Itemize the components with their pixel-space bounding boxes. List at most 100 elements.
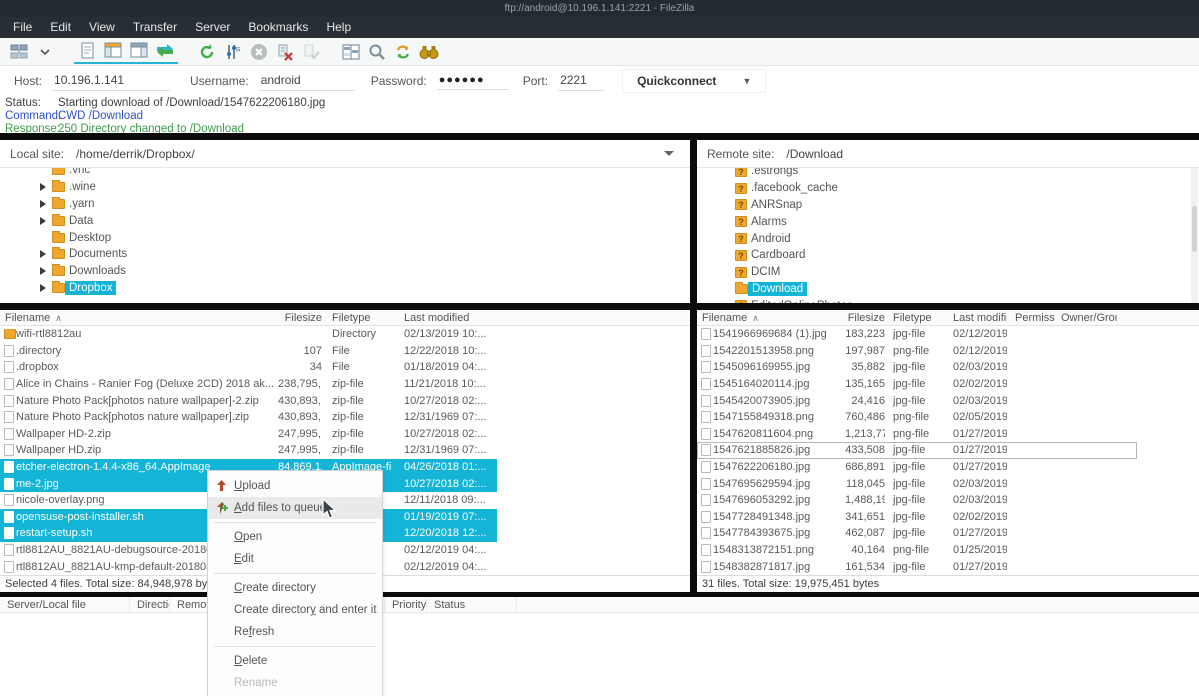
tree-item--yarn[interactable]: .yarn	[0, 196, 690, 213]
tree-item-android[interactable]: ?Android	[697, 230, 1199, 247]
queue-column-status[interactable]: Status	[427, 597, 517, 612]
column-header-owner-grou[interactable]: Owner/Grou	[1055, 312, 1117, 324]
column-header-filetype[interactable]: Filetype	[885, 312, 943, 324]
tree-item-editedonlinephotos[interactable]: ?EditedOnlinePhotos	[697, 297, 1199, 303]
menu-item-bookmarks[interactable]: Bookmarks	[239, 17, 317, 38]
file-row[interactable]: wifi-rtl8812auDirectory02/13/2019 10:...	[0, 326, 497, 343]
site-manager-dropdown-chevron-icon[interactable]	[33, 41, 57, 63]
file-row[interactable]: 1547728491348.jpg341,651jpg-file02/02/20…	[697, 509, 1137, 526]
file-row[interactable]: 1548382871817.jpg161,534jpg-file01/27/20…	[697, 558, 1137, 575]
context-menu-item-create-directory-and-enter-it[interactable]: Create directory and enter it	[208, 599, 382, 621]
column-header-filesize[interactable]: Filesize	[845, 312, 885, 324]
file-row[interactable]: Alice in Chains - Ranier Fog (Deluxe 2CD…	[0, 376, 497, 393]
menu-item-file[interactable]: File	[4, 17, 41, 38]
context-menu-item-upload[interactable]: Upload	[208, 475, 382, 497]
column-header-last-modified[interactable]: Last modified	[943, 312, 1007, 324]
directory-comparison-icon[interactable]	[339, 41, 363, 63]
context-menu-item-delete[interactable]: Delete	[208, 650, 382, 672]
tree-item-download[interactable]: Download	[697, 281, 1199, 298]
column-header-last-modified[interactable]: Last modified	[392, 312, 492, 324]
tree-expander-icon[interactable]	[40, 250, 46, 258]
tree-item-downloads[interactable]: Downloads	[0, 263, 690, 280]
file-row[interactable]: 1545164020114.jpg135,165jpg-file02/02/20…	[697, 376, 1137, 393]
quickconnect-dropdown-chevron-icon[interactable]: ▼	[742, 76, 751, 86]
tree-item--estrongs[interactable]: ?.estrongs	[697, 168, 1199, 180]
tree-item-cardboard[interactable]: ?Cardboard	[697, 247, 1199, 264]
filter-icon[interactable]: R	[221, 41, 245, 63]
tree-item--facebook-cache[interactable]: ?.facebook_cache	[697, 180, 1199, 197]
site-manager-icon[interactable]	[7, 41, 31, 63]
menu-item-transfer[interactable]: Transfer	[124, 17, 186, 38]
file-row[interactable]: Nature Photo Pack[photos nature wallpape…	[0, 409, 497, 426]
column-header-permission-[interactable]: Permission:	[1007, 312, 1055, 324]
menu-item-view[interactable]: View	[80, 17, 124, 38]
column-header-filesize[interactable]: Filesize	[278, 312, 322, 324]
file-row[interactable]: 1547695629594.jpg118,045jpg-file02/03/20…	[697, 475, 1137, 492]
panes-vertical-splitter[interactable]	[690, 140, 697, 592]
file-row[interactable]: 1541966969684 (1).jpg183,223jpg-file02/1…	[697, 326, 1137, 343]
find-files-icon[interactable]	[365, 41, 389, 63]
file-row[interactable]: 1547620811604.png1,213,770png-file01/27/…	[697, 426, 1137, 443]
context-menu-item-add-files-to-queue[interactable]: Add files to queue	[208, 497, 382, 519]
tree-item-alarms[interactable]: ?Alarms	[697, 213, 1199, 230]
context-menu-item-edit[interactable]: Edit	[208, 548, 382, 570]
tree-expander-icon[interactable]	[40, 200, 46, 208]
file-row[interactable]: 1547784393675.jpg462,087jpg-file01/27/20…	[697, 525, 1137, 542]
file-row[interactable]: 1545096169955.jpg35,882jpg-file02/03/201…	[697, 359, 1137, 376]
disconnect-icon[interactable]	[273, 41, 297, 63]
file-row[interactable]: 1548313872151.png40,164png-file01/25/201…	[697, 542, 1137, 559]
remote-tree-scrollbar[interactable]	[1191, 168, 1198, 303]
queue-column-direction[interactable]: Direction	[130, 597, 170, 612]
context-menu-item-create-directory[interactable]: Create directory	[208, 577, 382, 599]
remote-tree-list-splitter[interactable]	[697, 303, 1199, 310]
queue-column-server-local-file[interactable]: Server/Local file	[0, 597, 130, 612]
menu-item-help[interactable]: Help	[317, 17, 360, 38]
file-row[interactable]: Wallpaper HD-2.zip247,995,...zip-file10/…	[0, 426, 497, 443]
log-panes-splitter[interactable]	[0, 133, 1199, 140]
tree-item-dropbox[interactable]: Dropbox	[0, 280, 690, 297]
tree-expander-icon[interactable]	[40, 284, 46, 292]
file-row[interactable]: 1547155849318.png760,486png-file02/05/20…	[697, 409, 1137, 426]
file-row[interactable]: Wallpaper HD.zip247,995,...zip-file12/31…	[0, 442, 497, 459]
username-input[interactable]: android	[259, 71, 355, 91]
tree-item--vnc[interactable]: .vnc	[0, 168, 690, 179]
refresh-icon[interactable]	[195, 41, 219, 63]
remote-site-path[interactable]: /Download	[786, 147, 843, 161]
local-tree-list-splitter[interactable]	[0, 303, 690, 310]
port-input[interactable]: 2221	[558, 71, 604, 91]
file-row[interactable]: 1547621885826.jpg433,508jpg-file01/27/20…	[697, 442, 1137, 459]
toggle-transfer-queue-icon[interactable]	[153, 39, 177, 61]
cancel-icon[interactable]	[247, 41, 271, 63]
context-menu-item-open[interactable]: Open	[208, 526, 382, 548]
menu-item-edit[interactable]: Edit	[41, 17, 80, 38]
binoculars-icon[interactable]	[417, 41, 441, 63]
context-menu-item-refresh[interactable]: Refresh	[208, 621, 382, 643]
host-input[interactable]: 10.196.1.141	[52, 71, 170, 91]
file-row[interactable]: 1547696053292.jpg1,488,196jpg-file02/03/…	[697, 492, 1137, 509]
file-row[interactable]: 1542201513958.png197,987png-file02/12/20…	[697, 343, 1137, 360]
queue-column-priority[interactable]: Priority	[385, 597, 427, 612]
tree-expander-icon[interactable]	[40, 183, 46, 191]
tree-expander-icon[interactable]	[40, 217, 46, 225]
column-header-filetype[interactable]: Filetype	[322, 312, 392, 324]
file-row[interactable]: .dropbox34File01/18/2019 04:...	[0, 359, 497, 376]
file-row[interactable]: Nature Photo Pack[photos nature wallpape…	[0, 392, 497, 409]
tree-item-documents[interactable]: Documents	[0, 246, 690, 263]
toggle-local-tree-icon[interactable]	[101, 39, 125, 61]
tree-item-data[interactable]: Data	[0, 212, 690, 229]
toggle-remote-tree-icon[interactable]	[127, 39, 151, 61]
column-header-filename[interactable]: Filename∧	[0, 312, 278, 324]
tree-item-desktop[interactable]: Desktop	[0, 229, 690, 246]
file-row[interactable]: .directory107File12/22/2018 10:...	[0, 343, 497, 360]
reconnect-icon[interactable]	[299, 41, 323, 63]
tree-item-anrsnap[interactable]: ?ANRSnap	[697, 197, 1199, 214]
local-site-path[interactable]: /home/derrik/Dropbox/	[76, 147, 195, 161]
tree-item-dcim[interactable]: ?DCIM	[697, 264, 1199, 281]
toggle-message-log-icon[interactable]	[75, 39, 99, 61]
synchronized-browsing-icon[interactable]	[391, 41, 415, 63]
column-header-filename[interactable]: Filename∧	[697, 312, 845, 324]
local-site-combo-chevron-icon[interactable]	[664, 151, 674, 156]
tree-item--wine[interactable]: .wine	[0, 179, 690, 196]
file-row[interactable]: 1545420073905.jpg24,416jpg-file02/03/201…	[697, 392, 1137, 409]
password-input[interactable]: ●●●●●●	[437, 72, 509, 90]
